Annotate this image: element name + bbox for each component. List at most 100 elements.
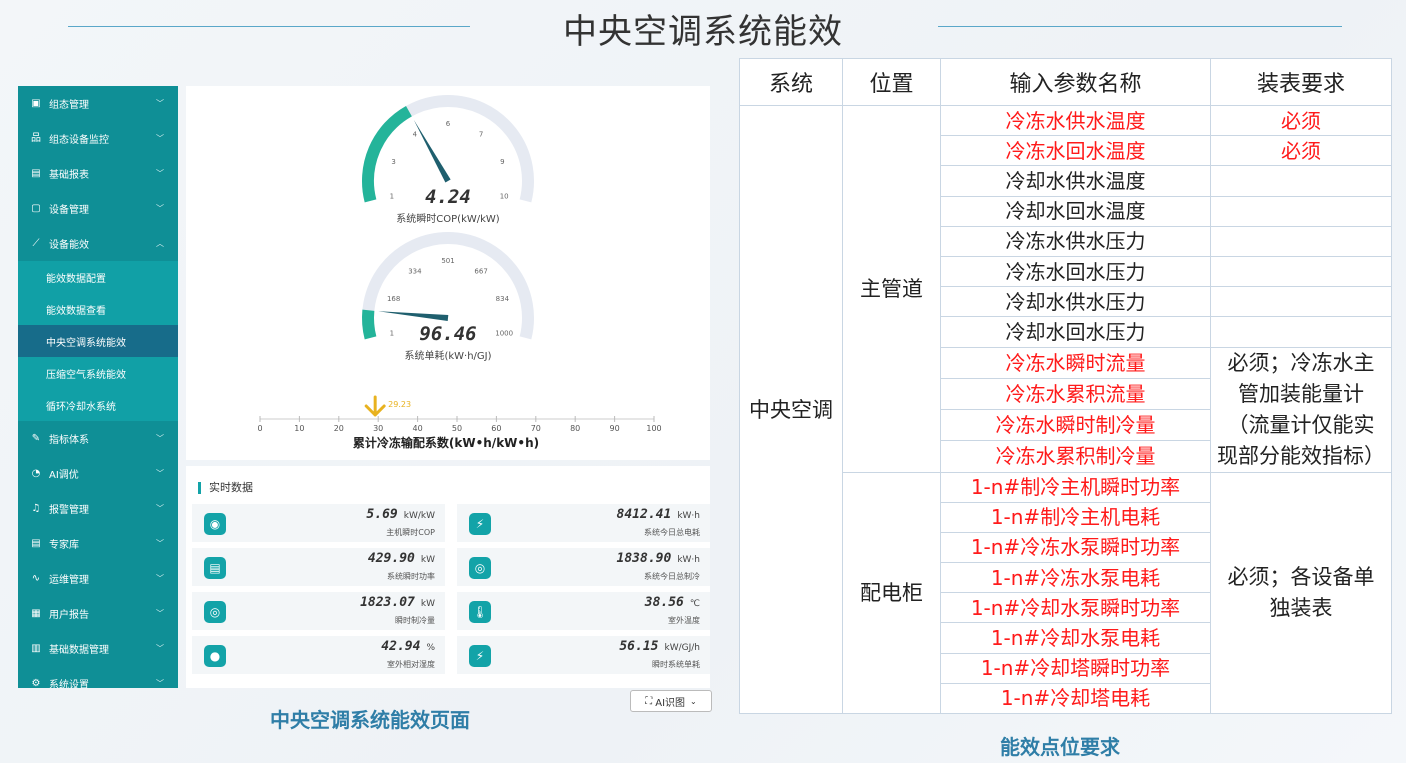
parameter-name-cell: 冷却水供水压力 (940, 286, 1211, 318)
realtime-unit: kW·h (677, 555, 700, 565)
requirement-line: （流量计仅能实 (1227, 412, 1375, 437)
sidebar-subitem[interactable]: 能效数据配置 (18, 261, 178, 293)
sidebar-item[interactable]: ◔ AI调优 ﹀ (18, 456, 178, 491)
alarm-icon: ♫ (31, 502, 41, 514)
gauge-chart: 13467910116833450166783410000 10 20 30 40 50 6… (257, 95, 662, 433)
chevron-down-icon: ﹀ (156, 504, 164, 513)
sidebar-item[interactable]: ▤ 基础报表 ﹀ (18, 156, 178, 191)
parameter-name-cell: 冷冻水供水压力 (940, 225, 1211, 257)
scale-tick-label: 50 (452, 424, 462, 433)
sidebar-subitem[interactable]: 中央空调系统能效 (18, 325, 178, 357)
scale-tick-label: 60 (491, 424, 501, 433)
cop-gauge-value: 4.24 (425, 186, 471, 208)
realtime-card: ⚡ 56.15 kW/GJ/h 瞬时系统单耗 (457, 636, 710, 674)
realtime-number: 8412.41 (616, 507, 672, 522)
location-cell: 配电柜 (842, 471, 941, 714)
sidebar-item[interactable]: ▣ 组态管理 ﹀ (18, 86, 178, 121)
merged-requirement-cell: 必须；冷冻水主 管加装能量计 （流量计仅能实 现部分能效指标） (1210, 346, 1392, 473)
chevron-down-icon: ﹀ (156, 469, 164, 478)
realtime-unit: ℃ (689, 599, 700, 609)
sidebar-item[interactable]: ▤ 专家库 ﹀ (18, 526, 178, 561)
requirement-cell: 必须 (1210, 135, 1392, 167)
parameter-name-cell: 冷冻水累积流量 (940, 377, 1211, 411)
parameter-name-cell: 冷冻水瞬时流量 (940, 346, 1211, 379)
chevron-up-icon: ︿ (156, 239, 164, 248)
realtime-label: 系统今日总制冷 (644, 572, 700, 581)
realtime-number: 1838.90 (616, 551, 672, 566)
ai-button-label: AI识图 (655, 697, 686, 709)
energy-page-screenshot: ▣ 组态管理 ﹀ 品组态设备监控 ﹀ ▤ 基础报表 ﹀ ▢ 设备管理 ﹀ ⟋ 设备能效 ︿ 能效数据配置 能效… (18, 86, 710, 688)
gear-icon: ⚙ (31, 677, 41, 689)
sidebar-item[interactable]: ⚙ 系统设置 ﹀ (18, 666, 178, 689)
realtime-value: 5.69 kW/kW (366, 507, 435, 522)
scale-tick-label: 0 (257, 424, 262, 433)
scale-tick-label: 90 (610, 424, 620, 433)
realtime-label: 瞬时制冷量 (395, 616, 435, 625)
realtime-unit: kW/kW (403, 511, 435, 521)
realtime-unit: % (426, 643, 435, 653)
realtime-card: ◎ 1823.07 kW 瞬时制冷量 (192, 592, 445, 630)
power-icon: ⚡ (469, 513, 491, 535)
thermometer-icon: 🌡 (469, 601, 491, 623)
sidebar-subitem[interactable]: 压缩空气系统能效 (18, 357, 178, 389)
requirement-cell (1210, 255, 1392, 288)
sidebar-item[interactable]: ▢ 设备管理 ﹀ (18, 191, 178, 226)
sidebar-item-label: 组态管理 (49, 100, 89, 111)
edit-icon: ✎ (31, 432, 41, 444)
monitor-icon: ▣ (31, 97, 41, 109)
merged-requirement-cell: 必须；各设备单 独装表 (1210, 471, 1392, 714)
sidebar-subitem[interactable]: 能效数据查看 (18, 293, 178, 325)
sidebar-item-label: 设备能效 (49, 240, 89, 251)
sidebar-item[interactable]: 品组态设备监控 ﹀ (18, 121, 178, 156)
gauge-tick-label: 7 (479, 130, 483, 138)
parameter-name-cell: 1-n#制冷主机瞬时功率 (940, 471, 1211, 503)
realtime-value: 42.94% (381, 639, 435, 654)
sidebar-subitem[interactable]: 循环冷却水系统 (18, 389, 178, 421)
realtime-card: ◎ 1838.90 kW·h 系统今日总制冷 (457, 548, 710, 586)
sidebar-item[interactable]: ∿ 运维管理 ﹀ (18, 561, 178, 596)
chevron-down-icon: ﹀ (156, 204, 164, 213)
chart-icon: ⟋ (32, 237, 40, 249)
right-caption: 能效点位要求 (1000, 735, 1120, 759)
sidebar-item[interactable]: ⟋ 设备能效 ︿ (18, 226, 178, 261)
sidebar-item[interactable]: ▦ 用户报告 ﹀ (18, 596, 178, 631)
gauge-tick-label: 3 (391, 158, 395, 166)
realtime-number: 56.15 (619, 639, 659, 654)
realtime-value: 1823.07 kW (360, 595, 435, 610)
gauge-tick-label: 334 (408, 267, 422, 275)
realtime-card: ▤ 429.90 kW 系统瞬时功率 (192, 548, 445, 586)
sidebar-item[interactable]: ✎ 指标体系 ﹀ (18, 421, 178, 456)
gauge-tick-label: 6 (446, 120, 451, 128)
parameter-name-cell: 冷却水回水温度 (940, 195, 1211, 227)
realtime-number: 429.90 (367, 551, 415, 566)
parameter-name-cell: 1-n#冷却水泵瞬时功率 (940, 592, 1211, 624)
chevron-down-icon: ﹀ (156, 99, 164, 108)
droplet-icon: ● (204, 645, 226, 667)
gauge-panel: 1 3 4 6 7 9 10 1 168 334 501 667 834 1000 0 10 20 30 40 50 6… (186, 86, 710, 460)
scale-tick-label: 30 (373, 424, 383, 433)
table-row: 中央空调 主管道 冷冻水供水温度 必须 (739, 104, 1392, 714)
requirement-cell (1210, 316, 1392, 348)
ai-recognize-button[interactable]: ⛶ AI识图 ⌄ (630, 690, 712, 712)
table-header-cell: 装表要求 (1210, 58, 1392, 106)
cooling-icon: ◎ (469, 557, 491, 579)
chevron-down-icon: ﹀ (156, 609, 164, 618)
sidebar-item-label: 基础数据管理 (49, 645, 109, 656)
sidebar-item[interactable]: ▥ 基础数据管理 ﹀ (18, 631, 178, 666)
realtime-unit: kW (420, 599, 435, 609)
realtime-unit: kW/GJ/h (664, 643, 700, 653)
realtime-number: 38.56 (644, 595, 684, 610)
parameter-name-cell: 冷冻水累积制冷量 (940, 440, 1211, 473)
realtime-card: 🌡 38.56 ℃ 室外温度 (457, 592, 710, 630)
sidebar-item-label: 指标体系 (49, 435, 89, 446)
sidebar-item[interactable]: ♫ 报警管理 ﹀ (18, 491, 178, 526)
sidebar-item-label: 专家库 (49, 540, 79, 551)
sidebar-item-label: 用户报告 (49, 610, 89, 621)
chevron-down-icon: ﹀ (156, 644, 164, 653)
table-header-cell: 输入参数名称 (940, 58, 1211, 106)
pulse-icon: ∿ (31, 572, 41, 584)
location-cell: 主管道 (842, 105, 941, 473)
parameter-name-cell: 1-n#冷冻水泵电耗 (940, 562, 1211, 594)
chevron-down-icon: ﹀ (156, 434, 164, 443)
sidebar: ▣ 组态管理 ﹀ 品组态设备监控 ﹀ ▤ 基础报表 ﹀ ▢ 设备管理 ﹀ ⟋ 设备能效 ︿ 能效数据配置 能效… (18, 86, 178, 688)
